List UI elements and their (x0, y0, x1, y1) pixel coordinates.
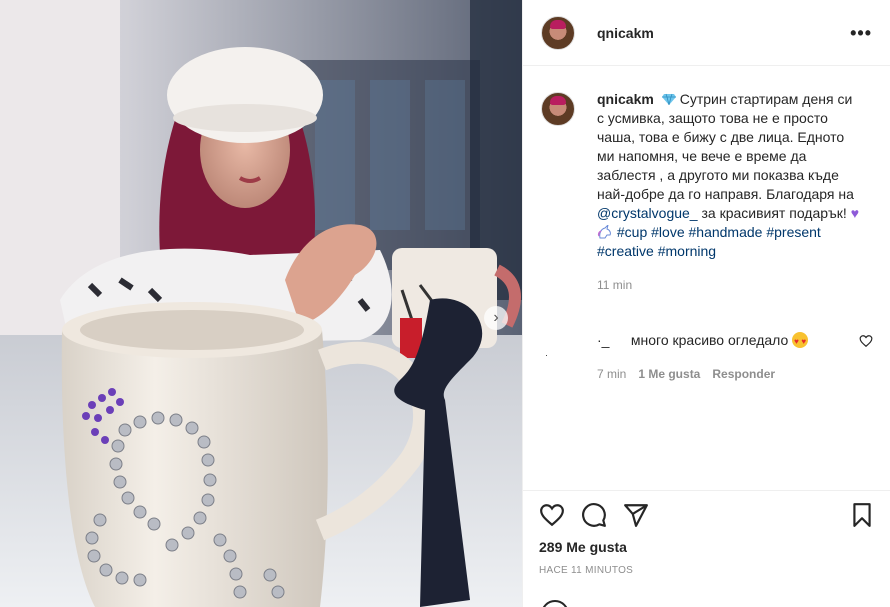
purple-heart-emoji-icon: ♥ (850, 205, 860, 221)
hashtag-present[interactable]: #present (766, 224, 820, 240)
author-avatar[interactable] (541, 15, 575, 50)
caption-username[interactable]: qnicakm (597, 91, 654, 107)
action-row (539, 491, 875, 535)
caption-body: qnicakm Сутрин стартирам деня си с усмив… (597, 90, 859, 295)
carousel-next-button[interactable]: › (484, 306, 508, 330)
likes-count[interactable]: 289 Me gusta (539, 539, 875, 555)
more-dots-icon[interactable]: ••• (850, 24, 872, 42)
paper-plane-icon[interactable] (623, 502, 649, 528)
caption-avatar[interactable] (541, 92, 575, 126)
comments-section: qnicakm Сутрин стартирам деня си с усмив… (523, 66, 890, 490)
caption-time[interactable]: 11 min (597, 276, 859, 295)
hashtag-cup[interactable]: #cup (617, 224, 647, 240)
post-header: qnicakm ••• (523, 0, 890, 66)
hashtag-creative[interactable]: #creative (597, 243, 654, 259)
photo-illustration (0, 0, 522, 607)
comment-meta: 7 min 1 Me gusta Responder (597, 365, 833, 383)
caption-text-2: за красивият подарък! (697, 205, 851, 221)
comment-time[interactable]: 7 min (597, 365, 626, 383)
hashtag-handmade[interactable]: #handmade (689, 224, 763, 240)
post-sidebar: qnicakm ••• qnicakm Сутрин стартирам ден… (522, 0, 890, 607)
heart-icon[interactable] (539, 502, 565, 528)
chevron-right-icon: › (493, 309, 499, 326)
comment-body: ·_ много красиво огледало 7 min 1 Me gus… (597, 331, 833, 383)
reply-button[interactable]: Responder (712, 365, 775, 383)
bookmark-icon[interactable] (849, 502, 875, 528)
commenter-avatar[interactable]: · (541, 331, 575, 383)
commenter-username[interactable]: ·_ (597, 331, 627, 349)
comment-likes[interactable]: 1 Me gusta (638, 365, 700, 383)
hashtag-morning[interactable]: #morning (658, 243, 716, 259)
hashtag-love[interactable]: #love (651, 224, 684, 240)
heart-eyes-emoji-icon (792, 332, 809, 351)
author-username[interactable]: qnicakm (597, 25, 654, 41)
comment-bubble-icon[interactable] (581, 502, 607, 528)
post-timestamp[interactable]: HACE 11 MINUTOS (539, 565, 875, 576)
gem-emoji-icon (661, 93, 676, 105)
caption-mention[interactable]: @crystalvogue_ (597, 205, 698, 221)
comment-heart-icon[interactable] (859, 334, 873, 348)
post-modal: › qnicakm ••• qnicakm Сутрин стартирам д… (0, 0, 890, 607)
comment-input-avatar (541, 600, 569, 607)
comment-item: · ·_ много красиво огледало 7 min 1 Me g… (541, 331, 873, 383)
post-photo[interactable]: › (0, 0, 522, 607)
caption-text-1: Сутрин стартирам деня си с усмивка, защо… (597, 91, 854, 202)
unicorn-emoji-icon (597, 225, 611, 239)
caption: qnicakm Сутрин стартирам деня си с усмив… (541, 90, 873, 295)
comment-text: много красиво огледало (630, 332, 789, 348)
post-actions: 289 Me gusta HACE 11 MINUTOS (523, 490, 890, 576)
